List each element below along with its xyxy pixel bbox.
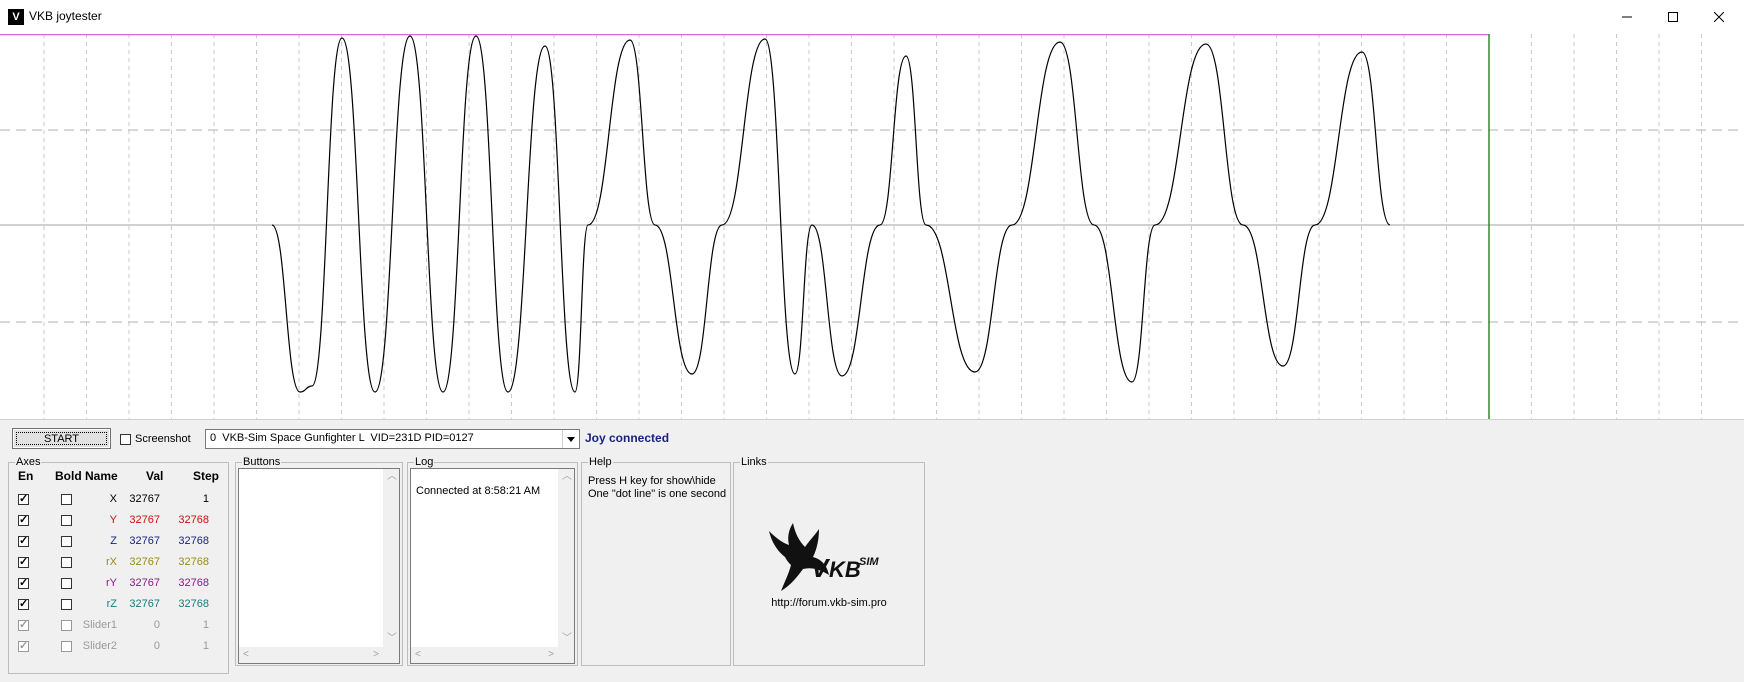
plot-canvas (0, 34, 1744, 419)
window-title: VKB joytester (29, 9, 102, 23)
buttons-group-title: Buttons (242, 456, 282, 468)
buttons-hscroll[interactable]: < > (239, 647, 399, 663)
maximize-icon (1668, 12, 1678, 22)
axis-value: 32767 (129, 514, 160, 526)
eagle-logo-icon: V KB SIM (769, 523, 879, 591)
help-line: Press H key for show\hide (588, 475, 716, 487)
axis-step: 1 (202, 493, 209, 505)
vkb-sim-logo[interactable]: V KB SIM (767, 519, 893, 598)
axis-value: 32767 (129, 577, 160, 589)
axis-step: 32768 (178, 514, 209, 526)
scroll-up-icon[interactable]: ︿ (387, 472, 397, 482)
links-group: Links V KB SIM http://forum.vkb-sim.pro (733, 456, 925, 666)
scroll-right-icon[interactable]: > (548, 650, 554, 660)
axis-value: 32767 (129, 598, 160, 610)
axis-name: Slider2 (82, 640, 117, 652)
axis-bold-checkbox[interactable] (61, 536, 72, 547)
axis-name: Y (109, 514, 117, 526)
axis-step: 1 (202, 640, 209, 652)
device-select-value: 0 VKB-Sim Space Gunfighter L VID=231D PI… (210, 432, 474, 444)
axis-value: 0 (153, 619, 160, 631)
axes-header-en: En (18, 469, 34, 483)
axis-enable-checkbox[interactable] (18, 576, 29, 589)
scroll-left-icon[interactable]: < (243, 650, 249, 660)
scroll-left-icon[interactable]: < (415, 650, 421, 660)
axis-enable-checkbox[interactable] (18, 639, 29, 652)
screenshot-checkbox[interactable] (120, 434, 131, 445)
log-list[interactable]: Connected at 8:58:21 AM ︿ ﹀ < > (410, 468, 575, 664)
help-text: Press H key for show\hide One "dot line"… (588, 475, 726, 501)
logo-text: KB (829, 557, 861, 582)
axis-step: 32768 (178, 556, 209, 568)
connection-status: Joy connected (585, 431, 670, 445)
axis-bold-checkbox[interactable] (61, 515, 72, 526)
scroll-down-icon[interactable]: ﹀ (387, 634, 397, 644)
axis-step: 32768 (178, 577, 209, 589)
help-group: Help Press H key for show\hide One "dot … (581, 456, 731, 666)
screenshot-label: Screenshot (135, 433, 191, 445)
axis-name: X (109, 493, 117, 505)
axis-name: Slider1 (82, 619, 117, 631)
axis-bold-checkbox[interactable] (61, 620, 72, 631)
axis-name: rX (106, 556, 117, 568)
axis-enable-checkbox[interactable] (18, 492, 29, 505)
log-entry: Connected at 8:58:21 AM (416, 485, 541, 497)
axis-name: Z (110, 535, 117, 547)
axis-enable-checkbox[interactable] (18, 597, 29, 610)
axis-value: 32767 (129, 493, 160, 505)
x-axis-trace (271, 35, 1391, 393)
vkb-app-icon: V (8, 9, 24, 25)
axis-value: 0 (153, 640, 160, 652)
close-icon (1714, 12, 1724, 22)
axis-step: 32768 (178, 598, 209, 610)
maximize-button[interactable] (1650, 0, 1696, 34)
axes-header-val: Val (146, 469, 164, 483)
device-select[interactable]: 0 VKB-Sim Space Gunfighter L VID=231D PI… (205, 429, 580, 449)
buttons-list[interactable]: ︿ ﹀ < > (238, 468, 400, 664)
logo-v: V (811, 553, 831, 583)
log-group-title: Log (414, 456, 435, 468)
log-group: Log Connected at 8:58:21 AM ︿ ﹀ < > (407, 456, 578, 666)
scroll-right-icon[interactable]: > (373, 650, 379, 660)
axis-step: 1 (202, 619, 209, 631)
axis-enable-checkbox[interactable] (18, 555, 29, 568)
minimize-icon (1622, 16, 1632, 18)
axis-plot (0, 34, 1744, 419)
axis-step: 32768 (178, 535, 209, 547)
log-vscroll[interactable]: ︿ ﹀ (558, 469, 574, 647)
axis-bold-checkbox[interactable] (61, 494, 72, 505)
title-bar: V VKB joytester (0, 0, 1744, 34)
links-group-title: Links (740, 456, 768, 468)
axis-bold-checkbox[interactable] (61, 557, 72, 568)
axis-name: rZ (106, 598, 117, 610)
axis-bold-checkbox[interactable] (61, 578, 72, 589)
log-hscroll[interactable]: < > (411, 647, 574, 663)
axis-value: 32767 (129, 535, 160, 547)
axes-header-bold: Bold (55, 469, 82, 483)
axes-header-step: Step (193, 469, 220, 483)
chevron-down-icon[interactable] (562, 430, 579, 448)
axis-enable-checkbox[interactable] (18, 618, 29, 631)
scroll-up-icon[interactable]: ︿ (562, 472, 572, 482)
axis-enable-checkbox[interactable] (18, 534, 29, 547)
axis-enable-checkbox[interactable] (18, 513, 29, 526)
close-button[interactable] (1696, 0, 1742, 34)
scroll-down-icon[interactable]: ﹀ (562, 634, 572, 644)
start-button[interactable]: START (12, 428, 111, 449)
buttons-vscroll[interactable]: ︿ ﹀ (383, 469, 399, 647)
minimize-button[interactable] (1604, 0, 1650, 34)
axis-value: 32767 (129, 556, 160, 568)
axes-group-title: Axes (15, 456, 42, 468)
help-group-title: Help (588, 456, 613, 468)
buttons-group: Buttons ︿ ﹀ < > (235, 456, 403, 666)
axis-name: rY (106, 577, 117, 589)
axis-bold-checkbox[interactable] (61, 599, 72, 610)
forum-link[interactable]: http://forum.vkb-sim.pro (734, 597, 924, 609)
axes-group: Axes En Bold Name Val Step X 32767 1 Y 32767… (8, 456, 229, 674)
logo-sup: SIM (859, 556, 879, 568)
help-line: One "dot line" is one second (588, 488, 727, 500)
axis-bold-checkbox[interactable] (61, 641, 72, 652)
axes-header-name: Name (85, 469, 118, 483)
